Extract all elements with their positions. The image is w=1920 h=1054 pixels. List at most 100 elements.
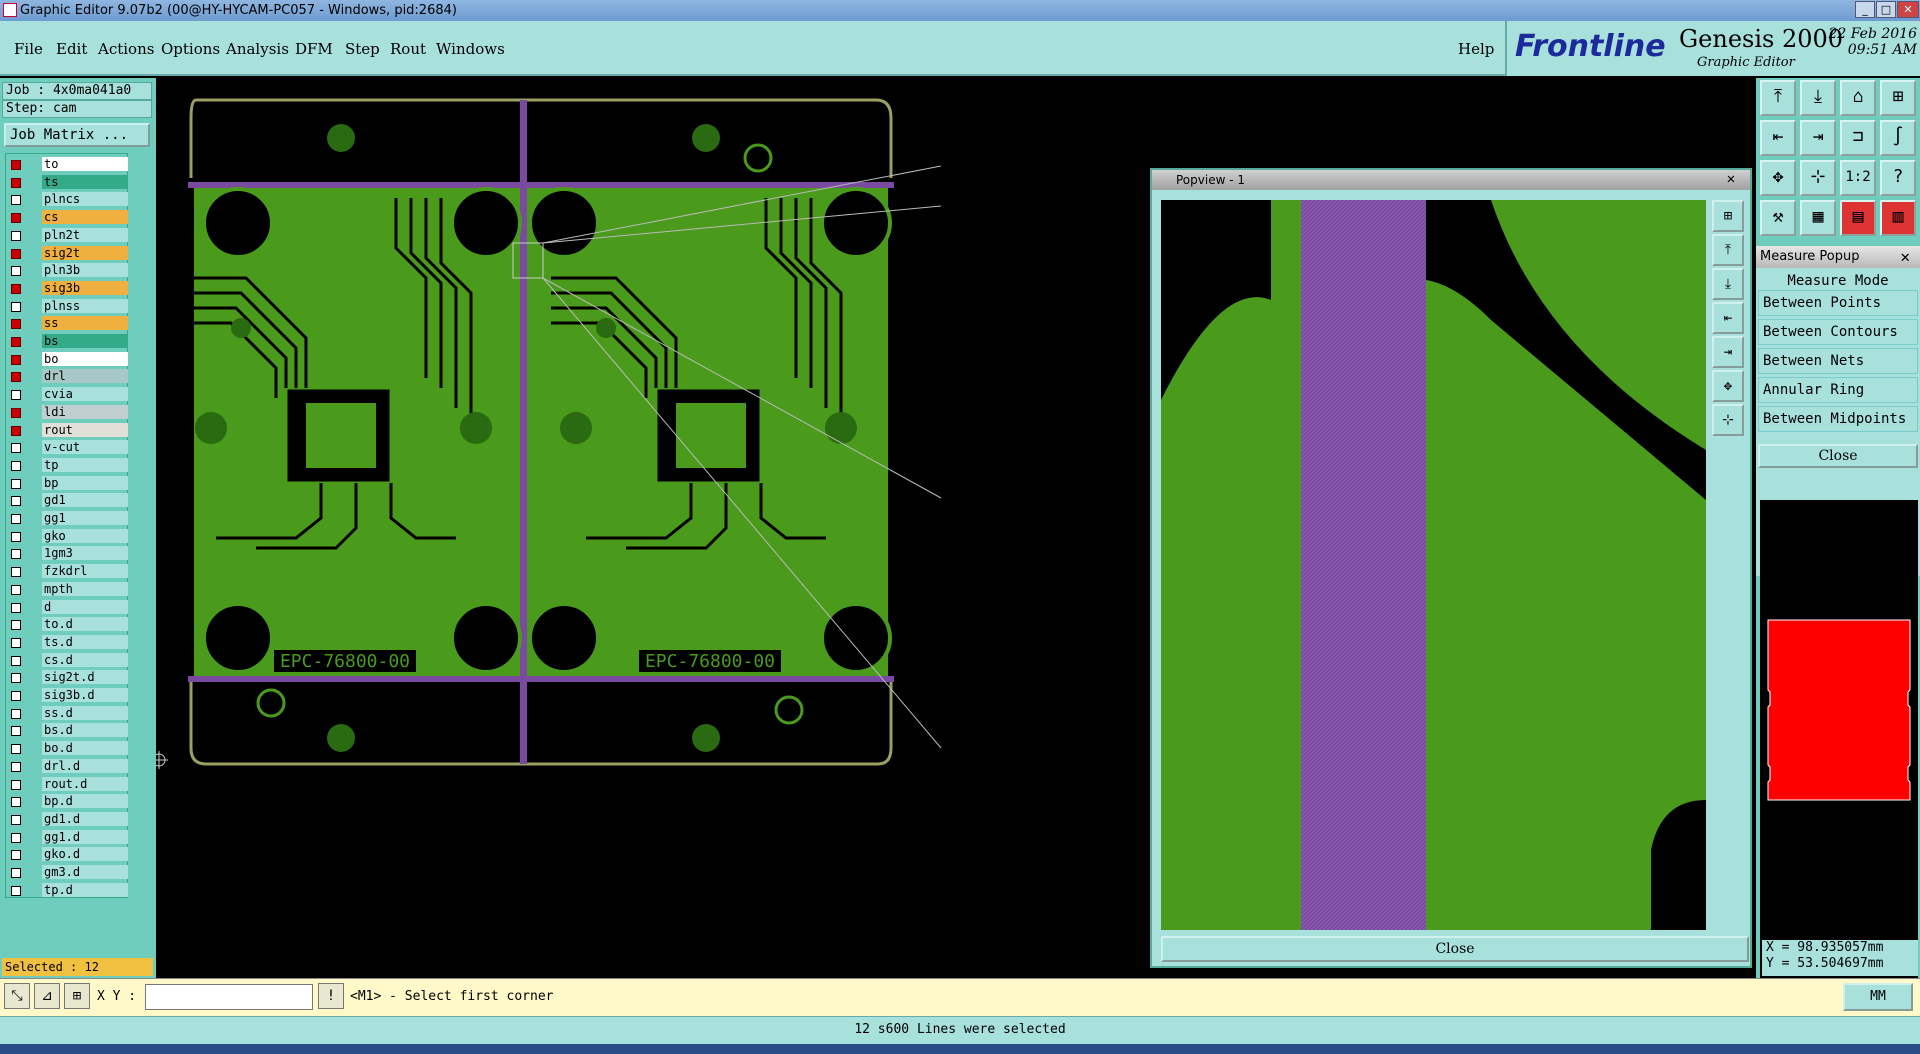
menu-actions[interactable]: Actions xyxy=(98,40,154,58)
layer-checkbox[interactable] xyxy=(11,744,21,755)
xy-input[interactable] xyxy=(145,984,313,1010)
tool-table-icon[interactable]: ▦ xyxy=(1800,200,1836,236)
layer-checkbox[interactable] xyxy=(11,691,21,701)
tool-left-icon[interactable]: ⇤ xyxy=(1760,120,1796,156)
layer-label[interactable]: cs xyxy=(42,210,128,225)
layer-label[interactable]: mpth xyxy=(42,581,128,596)
layer-row-gd1.d[interactable]: gd1.d xyxy=(8,811,128,827)
measure-annular-ring[interactable]: Annular Ring xyxy=(1758,377,1918,403)
menu-help[interactable]: Help xyxy=(1458,40,1494,58)
layer-checkbox[interactable] xyxy=(11,797,21,808)
layer-label[interactable]: gg1 xyxy=(42,511,128,525)
layer-row-bs[interactable]: bs xyxy=(8,334,128,349)
layer-row-d[interactable]: d xyxy=(8,599,128,615)
layer-row-ldi[interactable]: ldi xyxy=(8,404,128,420)
layer-checkbox[interactable] xyxy=(11,177,21,188)
layer-label[interactable]: sig3b.d xyxy=(42,688,128,702)
layer-row-cvia[interactable]: cvia xyxy=(8,387,128,402)
layer-checkbox[interactable] xyxy=(11,372,21,383)
layer-row-sig3b.d[interactable]: sig3b.d xyxy=(8,688,128,703)
layer-checkbox[interactable] xyxy=(11,248,21,259)
layer-checkbox[interactable] xyxy=(11,885,21,896)
layer-checkbox[interactable] xyxy=(11,531,21,542)
measure-between-midpoints[interactable]: Between Midpoints xyxy=(1758,406,1918,432)
layer-label[interactable]: bs xyxy=(42,334,128,348)
layer-row-rout[interactable]: rout xyxy=(8,422,128,438)
layer-checkbox[interactable] xyxy=(11,301,21,312)
popview-close-button[interactable]: Close xyxy=(1161,936,1749,962)
layer-checkbox[interactable] xyxy=(11,761,21,772)
layer-row-bo.d[interactable]: bo.d xyxy=(8,741,128,756)
layer-row-to[interactable]: to xyxy=(8,157,128,172)
layer-label[interactable]: gd1 xyxy=(42,493,128,508)
layer-label[interactable]: ss xyxy=(42,316,128,331)
zoom-mode-icon[interactable]: ⊿ xyxy=(34,983,60,1009)
layer-label[interactable]: tp.d xyxy=(42,882,128,897)
layer-label[interactable]: bo xyxy=(42,351,128,366)
layer-checkbox[interactable] xyxy=(11,195,21,206)
maximize-button[interactable]: □ xyxy=(1876,1,1896,18)
popview-canvas[interactable] xyxy=(1161,200,1706,930)
layer-row-drl[interactable]: drl xyxy=(8,369,128,384)
popview-tool-3[interactable]: ⤓ xyxy=(1712,268,1744,300)
layer-checkbox[interactable] xyxy=(11,850,21,861)
popview-tool-5[interactable]: ⇥ xyxy=(1712,336,1744,368)
layer-label[interactable]: ldi xyxy=(42,404,128,419)
layer-row-tp.d[interactable]: tp.d xyxy=(8,882,128,898)
layer-row-bp[interactable]: bp xyxy=(8,475,128,491)
layer-checkbox[interactable] xyxy=(11,726,21,737)
layer-row-gg1.d[interactable]: gg1.d xyxy=(8,829,128,845)
tool-up-icon[interactable]: ⤒ xyxy=(1760,80,1796,116)
layer-checkbox[interactable] xyxy=(11,160,21,170)
layer-checkbox[interactable] xyxy=(11,673,21,684)
tool-snap-icon[interactable]: ⊐ xyxy=(1840,120,1876,156)
layer-row-gm3.d[interactable]: gm3.d xyxy=(8,865,128,880)
layer-row-1gm3[interactable]: 1gm3 xyxy=(8,546,128,561)
layer-row-cs.d[interactable]: cs.d xyxy=(8,652,128,668)
layer-label[interactable]: sig2t xyxy=(42,245,128,260)
layer-checkbox[interactable] xyxy=(11,390,21,401)
tool-home-icon[interactable]: ⌂ xyxy=(1840,80,1876,116)
menu-analysis[interactable]: Analysis xyxy=(226,40,289,58)
layer-label[interactable]: bp xyxy=(42,475,128,490)
menu-rout[interactable]: Rout xyxy=(390,40,426,58)
layer-label[interactable]: ts.d xyxy=(42,634,128,649)
layer-label[interactable]: cs.d xyxy=(42,652,128,667)
layer-label[interactable]: 1gm3 xyxy=(42,546,128,561)
layer-checkbox[interactable] xyxy=(11,514,21,524)
tool-help-icon[interactable]: ? xyxy=(1880,160,1916,196)
layer-checkbox[interactable] xyxy=(11,620,21,631)
layer-row-tp[interactable]: tp xyxy=(8,457,128,473)
layer-label[interactable]: bs.d xyxy=(42,723,128,738)
tool-wrench-icon[interactable]: ⚒ xyxy=(1760,200,1796,236)
measure-between-nets[interactable]: Between Nets xyxy=(1758,348,1918,374)
layer-row-cs[interactable]: cs xyxy=(8,210,128,225)
layer-row-bo[interactable]: bo xyxy=(8,351,128,367)
popview-tool-4[interactable]: ⇤ xyxy=(1712,302,1744,334)
layer-row-sig3b[interactable]: sig3b xyxy=(8,280,128,296)
tool-grid-icon[interactable]: ⊞ xyxy=(1880,80,1916,116)
layer-row-mpth[interactable]: mpth xyxy=(8,581,128,597)
layer-label[interactable]: plnss xyxy=(42,298,128,313)
alert-icon[interactable]: ! xyxy=(318,983,344,1009)
layer-label[interactable]: gko xyxy=(42,528,128,543)
layer-checkbox[interactable] xyxy=(11,868,21,878)
measure-between-points[interactable]: Between Points xyxy=(1758,290,1918,316)
layer-row-sig2t[interactable]: sig2t xyxy=(8,245,128,261)
layer-row-fzkdrl[interactable]: fzkdrl xyxy=(8,564,128,579)
popview-tool-6[interactable]: ✥ xyxy=(1712,370,1744,402)
menu-options[interactable]: Options xyxy=(161,40,220,58)
minimize-button[interactable]: _ xyxy=(1855,1,1875,18)
select-mode-icon[interactable]: ⤡ xyxy=(4,983,30,1009)
layer-checkbox[interactable] xyxy=(11,584,21,595)
layer-label[interactable]: drl xyxy=(42,369,128,384)
layer-row-bs.d[interactable]: bs.d xyxy=(8,723,128,738)
menu-dfm[interactable]: DFM xyxy=(295,40,333,58)
tool-pan-icon[interactable]: ⊹ xyxy=(1800,160,1836,196)
layer-label[interactable]: rout xyxy=(42,422,128,437)
layer-label[interactable]: to.d xyxy=(42,617,128,632)
layer-row-bp.d[interactable]: bp.d xyxy=(8,794,128,809)
layer-checkbox[interactable] xyxy=(11,655,21,666)
layer-label[interactable]: fzkdrl xyxy=(42,564,128,579)
layer-row-gko[interactable]: gko xyxy=(8,528,128,544)
